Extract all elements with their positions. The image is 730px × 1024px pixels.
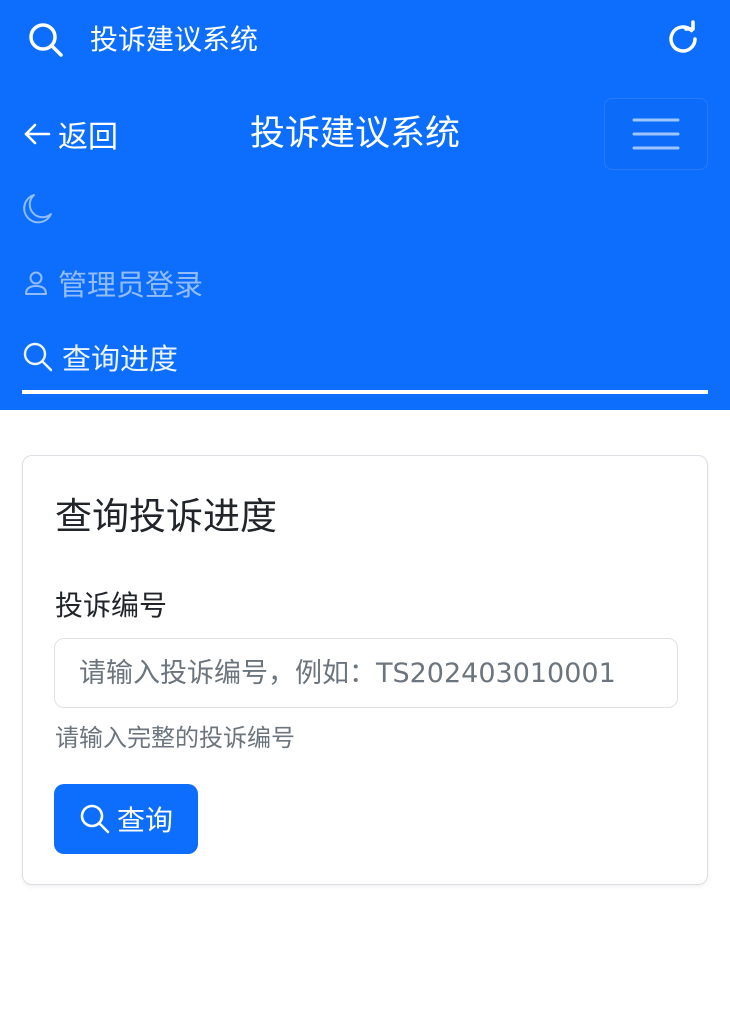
nav-item-label: 管理员登录 [58, 268, 204, 302]
query-button-label: 查询 [116, 804, 173, 837]
search-icon [80, 804, 110, 834]
reload-icon[interactable] [664, 20, 702, 58]
navbar-brand[interactable]: 投诉建议系统 [250, 108, 460, 160]
moon-icon[interactable] [20, 192, 54, 226]
user-icon [25, 271, 47, 295]
nav-item-admin-login[interactable]: 管理员登录 [22, 259, 203, 307]
query-card: 查询投诉进度 投诉编号 请输入完整的投诉编号 查询 [22, 455, 708, 885]
arrow-left-icon [24, 123, 51, 145]
search-icon [23, 342, 53, 372]
browser-page-title[interactable]: 投诉建议系统 [90, 20, 258, 60]
browser-url-bar: 投诉建议系统 [0, 0, 730, 80]
search-icon[interactable] [26, 20, 66, 60]
query-button[interactable]: 查询 [54, 784, 198, 854]
back-link-label: 返回 [58, 120, 118, 155]
active-nav-indicator [22, 390, 708, 394]
hamburger-menu-icon [632, 118, 680, 150]
nav-item-query-progress[interactable]: 查询进度 [22, 333, 178, 381]
complaint-number-input[interactable] [54, 638, 678, 708]
complaint-number-label: 投诉编号 [55, 589, 168, 622]
navbar-toggle-button[interactable] [604, 98, 708, 170]
nav-item-label: 查询进度 [62, 342, 179, 376]
card-title: 查询投诉进度 [55, 495, 277, 538]
top-header: 投诉建议系统 返回 投诉建议系统 管理员登录 查询进度 [0, 0, 730, 410]
back-link[interactable]: 返回 [22, 110, 118, 158]
input-help-text: 请输入完整的投诉编号 [55, 724, 295, 752]
